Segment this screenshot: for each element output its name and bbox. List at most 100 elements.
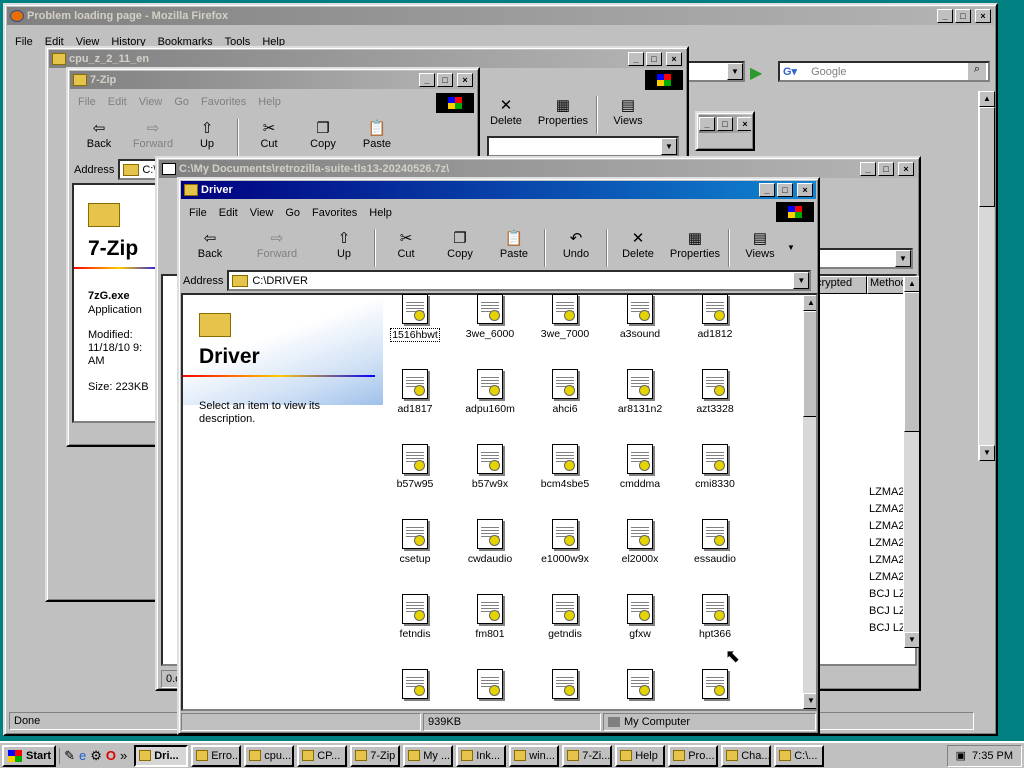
file-item[interactable]: [530, 669, 600, 706]
views-button[interactable]: ▤ Views: [601, 96, 655, 128]
address-dropdown[interactable]: ▼: [793, 272, 810, 289]
file-item[interactable]: ar8131n2: [605, 369, 675, 415]
maximize-button[interactable]: □: [646, 52, 662, 66]
file-item[interactable]: b57w9x: [455, 444, 525, 490]
archive-scrollbar[interactable]: ▲ ▼: [903, 276, 919, 648]
taskbar-item[interactable]: 7-Zi...: [562, 744, 613, 767]
maximize-button[interactable]: □: [437, 73, 453, 87]
up-button[interactable]: ⇧ Up: [317, 229, 371, 261]
cpuz-titlebar[interactable]: cpu_z_2_11_en _ □ ×: [49, 50, 685, 68]
taskbar-item[interactable]: Dri...: [134, 744, 189, 767]
scroll-thumb[interactable]: [979, 107, 995, 207]
taskbar-item[interactable]: Cha...: [721, 744, 772, 767]
file-item[interactable]: adpu160m: [455, 369, 525, 415]
file-item[interactable]: 3we_6000: [455, 294, 525, 340]
maximize-button[interactable]: □: [955, 9, 971, 23]
scroll-down[interactable]: ▼: [803, 693, 816, 709]
views-button[interactable]: ▤ Views: [733, 229, 787, 261]
col-encrypted[interactable]: crypted: [813, 276, 867, 294]
file-item[interactable]: 1516hbwt: [380, 294, 450, 342]
file-item[interactable]: hpt366: [680, 594, 750, 640]
maximize-button[interactable]: □: [878, 162, 894, 176]
ie-icon[interactable]: e: [79, 748, 86, 764]
paste-button[interactable]: 📋 Paste: [487, 229, 541, 261]
file-item[interactable]: a3sound: [605, 294, 675, 340]
close-button[interactable]: ×: [666, 52, 682, 66]
go-icon[interactable]: ▶: [750, 63, 762, 83]
close-button[interactable]: ×: [898, 162, 914, 176]
taskbar-item[interactable]: CP...: [297, 744, 348, 767]
forward-button[interactable]: ⇨ Forward: [237, 229, 317, 261]
archive-titlebar[interactable]: C:\My Documents\retrozilla-suite-tls13-2…: [159, 160, 917, 178]
file-item[interactable]: [455, 669, 525, 706]
copy-button[interactable]: ❐ Copy: [433, 229, 487, 261]
minimize-button[interactable]: _: [699, 117, 715, 131]
close-button[interactable]: ×: [457, 73, 473, 87]
properties-button[interactable]: ▦ Properties: [533, 96, 593, 128]
file-item[interactable]: ahci6: [530, 369, 600, 415]
views-dropdown-icon[interactable]: ▼: [787, 243, 795, 252]
taskbar-item[interactable]: cpu...: [244, 744, 295, 767]
scroll-up[interactable]: ▲: [979, 91, 995, 107]
file-item[interactable]: bcm4sbe5: [530, 444, 600, 490]
delete-button[interactable]: ✕ Delete: [479, 96, 533, 128]
close-button[interactable]: ×: [797, 183, 813, 197]
more-icon[interactable]: »: [120, 748, 127, 764]
file-item[interactable]: azt3328: [680, 369, 750, 415]
menu-help[interactable]: Help: [252, 96, 287, 108]
address-dropdown[interactable]: ▼: [661, 138, 677, 155]
menu-help[interactable]: Help: [363, 207, 398, 219]
firefox-scrollbar[interactable]: ▲ ▼: [978, 91, 995, 461]
file-item[interactable]: cmddma: [605, 444, 675, 490]
file-item[interactable]: cwdaudio: [455, 519, 525, 565]
archive-path-end[interactable]: ▼: [817, 248, 913, 269]
driver-titlebar[interactable]: Driver _ □ ×: [181, 181, 816, 199]
file-item[interactable]: essaudio: [680, 519, 750, 565]
copy-button[interactable]: ❐ Copy: [296, 119, 350, 151]
driver-scrollbar[interactable]: ▲ ▼: [802, 295, 816, 709]
cut-button[interactable]: ✂ Cut: [379, 229, 433, 261]
properties-button[interactable]: ▦ Properties: [665, 229, 725, 261]
file-item[interactable]: cmi8330: [680, 444, 750, 490]
taskbar-item[interactable]: Pro...: [668, 744, 719, 767]
scroll-down[interactable]: ▼: [979, 445, 995, 461]
background-titlebar[interactable]: _ □ ×: [699, 115, 751, 133]
menu-edit[interactable]: Edit: [102, 96, 133, 108]
taskbar-item[interactable]: Erro...: [191, 744, 242, 767]
start-button[interactable]: Start: [2, 744, 57, 767]
close-button[interactable]: ×: [975, 9, 991, 23]
scroll-thumb[interactable]: [904, 292, 919, 432]
taskbar-item[interactable]: Ink...: [456, 744, 507, 767]
file-item[interactable]: ad1817: [380, 369, 450, 415]
search-icon[interactable]: ⌕: [968, 63, 986, 80]
scroll-thumb[interactable]: [803, 311, 816, 417]
network-icon[interactable]: ⚙: [90, 748, 102, 764]
minimize-button[interactable]: _: [419, 73, 435, 87]
edit-icon[interactable]: ✎: [64, 748, 75, 764]
taskbar-item[interactable]: 7-Zip: [350, 744, 401, 767]
menu-favorites[interactable]: Favorites: [306, 207, 363, 219]
forward-button[interactable]: ⇨ Forward: [126, 119, 180, 151]
file-item[interactable]: [680, 669, 750, 706]
menu-view[interactable]: View: [133, 96, 169, 108]
menu-view[interactable]: View: [244, 207, 280, 219]
file-item[interactable]: fetndis: [380, 594, 450, 640]
url-dropdown[interactable]: ▼: [727, 63, 743, 80]
back-button[interactable]: ⇦ Back: [72, 119, 126, 151]
taskbar-item[interactable]: win...: [509, 744, 560, 767]
firefox-titlebar[interactable]: Problem loading page - Mozilla Firefox _…: [7, 7, 994, 25]
menu-go[interactable]: Go: [168, 96, 195, 108]
taskbar-item[interactable]: C:\...: [774, 744, 825, 767]
file-item[interactable]: gfxw: [605, 594, 675, 640]
menu-file[interactable]: File: [72, 96, 102, 108]
minimize-button[interactable]: _: [628, 52, 644, 66]
file-item[interactable]: [605, 669, 675, 706]
scroll-down[interactable]: ▼: [904, 632, 919, 648]
scroll-up[interactable]: ▲: [904, 276, 919, 292]
file-item[interactable]: 3we_7000: [530, 294, 600, 340]
path-dropdown[interactable]: ▼: [895, 250, 911, 267]
file-item[interactable]: e1000w9x: [530, 519, 600, 565]
search-input[interactable]: G▾ Google ⌕: [778, 61, 990, 82]
paste-button[interactable]: 📋 Paste: [350, 119, 404, 151]
file-item[interactable]: fm801: [455, 594, 525, 640]
